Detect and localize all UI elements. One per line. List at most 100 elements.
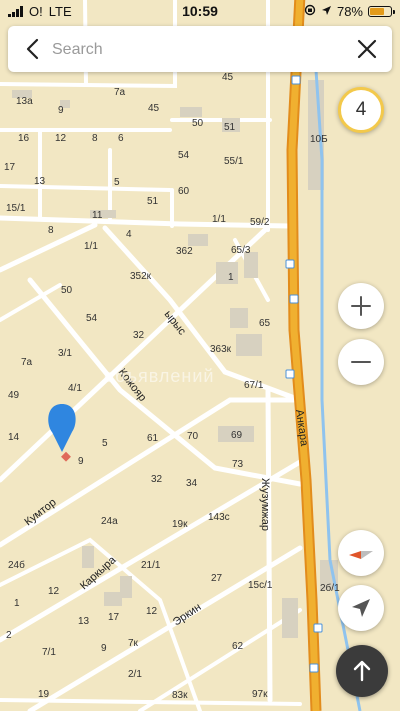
road [265,387,273,703]
house-number: 65 [259,318,271,329]
house-number: 67/1 [244,380,264,391]
house-number: 3/1 [58,348,72,359]
house-number: 34 [186,478,198,489]
battery-icon [368,6,395,17]
bus-stop-icon[interactable] [291,75,301,85]
house-number: 12 [48,586,60,597]
house-number: 97к [252,689,268,700]
house-number: 83к [172,690,188,701]
house-number: 352к [130,271,152,282]
house-number: 8 [48,225,54,236]
house-number: 51 [147,196,159,207]
battery-fill [370,8,384,15]
building [230,308,248,328]
bus-stop-icon[interactable] [309,663,319,673]
house-number: 65/3 [231,245,251,256]
house-number: 10Б [310,134,328,145]
house-number: 15c/1 [248,580,273,591]
house-number: 59/2 [250,217,270,228]
bus-stop-icon[interactable] [285,259,295,269]
building [104,592,122,606]
house-number: 27 [211,573,223,584]
house-number: 6 [118,133,124,144]
status-right: 78% [304,4,395,19]
zoom-in-button[interactable] [338,283,384,329]
zoom-level-indicator[interactable]: 4 [338,87,384,133]
house-number: 73 [232,459,244,470]
building [180,107,202,117]
my-location-button[interactable] [338,585,384,631]
building [188,234,208,246]
house-number: 1/1 [212,214,226,225]
house-number: 21/1 [141,560,161,571]
house-number: 17 [4,162,16,173]
house-number: 2/1 [128,669,142,680]
house-number: 1 [14,598,20,609]
house-number: 51 [224,122,236,133]
compass-button[interactable] [338,530,384,576]
house-number: 24б [8,559,25,571]
building [82,546,94,568]
house-number: 55/1 [224,156,244,167]
location-arrow-icon [321,4,332,19]
house-number: 9 [101,643,107,654]
house-number: 5 [114,177,120,188]
house-number: 61 [147,433,159,444]
house-number: 9 [78,456,84,467]
house-number: 32 [133,330,145,341]
house-number: 4 [126,229,132,240]
house-number: 7a [114,87,126,98]
house-number: 1 [228,272,234,283]
compass-icon [349,551,373,559]
arrow-up-icon [353,660,371,682]
plus-icon [351,296,371,316]
bus-stop-icon[interactable] [289,294,299,304]
zoom-out-button[interactable] [338,339,384,385]
house-number: 17 [108,612,120,623]
clear-search-button[interactable] [352,34,382,64]
house-number: 2 [6,630,12,641]
house-number: 13 [78,616,90,627]
house-number: 60 [178,186,190,197]
house-number: 143c [208,512,230,523]
status-bar: O! LTE 10:59 78% [0,0,400,24]
house-number: 15/1 [6,203,26,214]
house-number: 24a [101,516,118,527]
bus-stop-icon[interactable] [285,369,295,379]
watermark: объявлений [104,366,215,386]
house-number: 62 [232,641,244,652]
house-number: 11 [92,210,103,221]
building [282,598,298,638]
search-input[interactable] [50,34,344,66]
street-label: Жузумжар [259,478,271,531]
house-number: 363к [210,344,232,355]
bus-stop-icon[interactable] [313,623,323,633]
minus-icon [351,361,371,363]
route-button[interactable] [336,645,388,697]
building [120,576,132,598]
house-number: 362 [176,246,193,257]
house-number: 45 [222,72,234,83]
house-number: 50 [192,118,204,129]
house-number: 49 [8,390,20,401]
house-number: 16 [18,133,30,144]
house-number: 19 [38,689,50,700]
house-number: 12 [55,133,67,144]
house-number: 9 [58,105,64,116]
house-number: 7/1 [42,647,56,658]
house-number: 69 [231,430,243,441]
back-arrow-icon [26,38,39,60]
house-number: 13 [34,176,46,187]
rotation-lock-icon [304,4,316,19]
battery-percent: 78% [336,4,363,19]
house-number: 14 [8,432,20,443]
house-number: 54 [178,150,190,161]
house-number: 8 [92,133,98,144]
house-number: 50 [61,285,73,296]
back-button[interactable] [18,34,48,64]
navigation-arrow-icon [352,599,370,617]
close-icon [357,39,377,59]
zoom-level-value: 4 [355,99,367,120]
house-number: 2б/1 [320,582,340,594]
house-number: 7к [128,638,139,649]
